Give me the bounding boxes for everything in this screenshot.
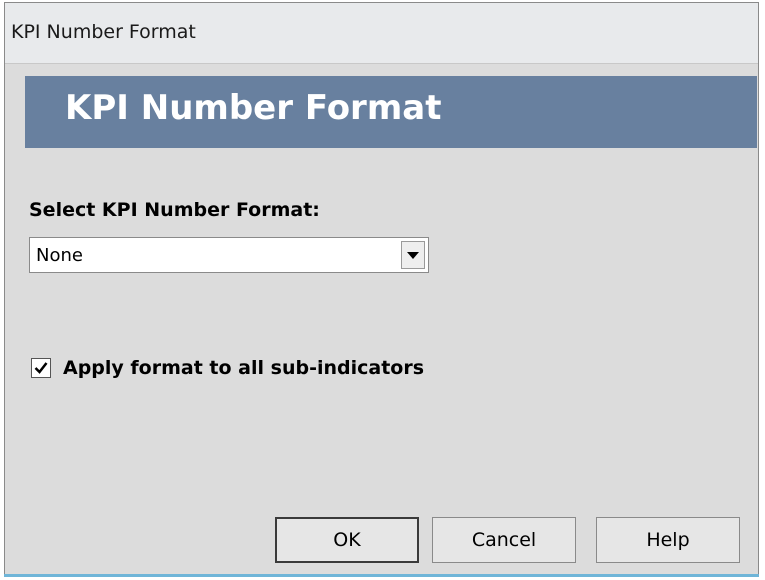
window-title: KPI Number Format: [11, 21, 196, 43]
apply-subindicators-label[interactable]: Apply format to all sub-indicators: [63, 357, 424, 379]
checkmark-icon: [34, 362, 48, 374]
window-bottom-accent: [4, 574, 759, 577]
cancel-button[interactable]: Cancel: [432, 517, 576, 563]
apply-subindicators-checkbox[interactable]: [31, 358, 51, 378]
header-banner: KPI Number Format: [25, 76, 757, 148]
format-dropdown[interactable]: None: [29, 237, 429, 273]
dialog-heading: KPI Number Format: [65, 88, 442, 128]
dropdown-arrow-button[interactable]: [401, 241, 425, 269]
help-button[interactable]: Help: [596, 517, 740, 563]
title-bar[interactable]: KPI Number Format: [5, 3, 758, 64]
ok-button[interactable]: OK: [275, 517, 419, 563]
format-select-label: Select KPI Number Format:: [29, 199, 320, 221]
chevron-down-icon: [407, 252, 419, 259]
kpi-number-format-dialog: KPI Number Format KPI Number Format Sele…: [4, 2, 759, 576]
format-dropdown-value: None: [36, 245, 83, 266]
